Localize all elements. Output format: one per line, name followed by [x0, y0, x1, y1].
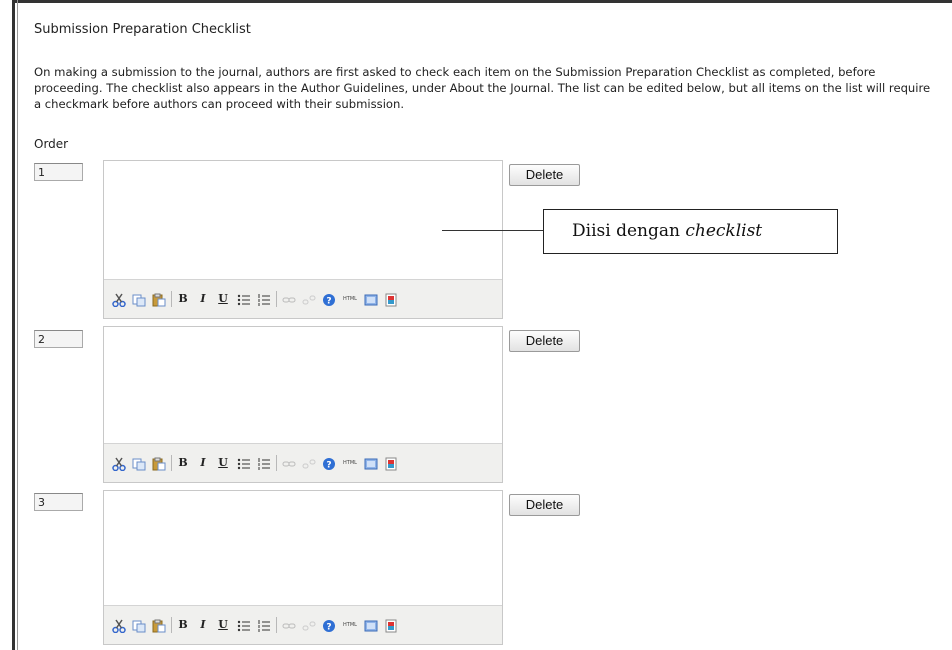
underline-icon[interactable]: U [216, 292, 230, 306]
delete-button-3[interactable]: Delete [509, 494, 580, 516]
bold-icon[interactable]: B [176, 456, 190, 470]
frame-left-border-inner [17, 0, 18, 650]
annotation-pointer-line [442, 230, 543, 231]
checklist-editor-3[interactable]: B I U ? HTML [103, 490, 503, 645]
editor-toolbar-1: B I U ? HTML [104, 279, 502, 318]
editor-toolbar-3: B I U ? HTML [104, 605, 502, 644]
delete-button-1[interactable]: Delete [509, 164, 580, 186]
copy-icon[interactable] [132, 456, 146, 471]
numbered-list-icon[interactable] [257, 292, 271, 306]
toolbar-separator [276, 455, 277, 471]
bullet-list-icon[interactable] [237, 292, 251, 306]
bullet-list-icon[interactable] [237, 456, 251, 470]
annotation-callout: Diisi dengan checklist [543, 209, 838, 254]
paste-icon[interactable] [152, 292, 166, 307]
image-icon[interactable] [384, 618, 398, 633]
paste-icon[interactable] [152, 456, 166, 471]
unlink-icon[interactable] [302, 456, 316, 470]
cut-icon[interactable] [112, 618, 126, 634]
order-input-3[interactable] [34, 493, 83, 511]
editor-toolbar-2: B I U ? HTML [104, 443, 502, 482]
help-icon[interactable]: ? [322, 456, 336, 471]
section-title: Submission Preparation Checklist [34, 22, 251, 37]
toolbar-separator [171, 455, 172, 471]
underline-icon[interactable]: U [216, 618, 230, 632]
paste-icon[interactable] [152, 618, 166, 633]
toolbar-separator [276, 291, 277, 307]
copy-icon[interactable] [132, 618, 146, 633]
help-icon[interactable]: ? [322, 292, 336, 307]
link-icon[interactable] [282, 292, 296, 306]
numbered-list-icon[interactable] [257, 456, 271, 470]
svg-text:?: ? [326, 297, 331, 307]
editor-text-area-1[interactable] [104, 161, 502, 279]
fullscreen-icon[interactable] [364, 618, 378, 632]
numbered-list-icon[interactable] [257, 618, 271, 632]
editor-text-area-3[interactable] [104, 491, 502, 609]
order-label: Order [34, 137, 69, 151]
cut-icon[interactable] [112, 456, 126, 472]
image-icon[interactable] [384, 292, 398, 307]
bullet-list-icon[interactable] [237, 618, 251, 632]
html-icon[interactable]: HTML [340, 292, 360, 306]
html-icon[interactable]: HTML [340, 456, 360, 470]
image-icon[interactable] [384, 456, 398, 471]
frame-top-border [12, 0, 952, 3]
italic-icon[interactable]: I [196, 456, 210, 470]
underline-icon[interactable]: U [216, 456, 230, 470]
toolbar-separator [171, 291, 172, 307]
unlink-icon[interactable] [302, 618, 316, 632]
bold-icon[interactable]: B [176, 618, 190, 632]
order-input-2[interactable] [34, 330, 83, 348]
checklist-editor-2[interactable]: B I U ? HTML [103, 326, 503, 483]
delete-button-2[interactable]: Delete [509, 330, 580, 352]
cut-icon[interactable] [112, 292, 126, 308]
help-icon[interactable]: ? [322, 618, 336, 633]
bold-icon[interactable]: B [176, 292, 190, 306]
italic-icon[interactable]: I [196, 292, 210, 306]
unlink-icon[interactable] [302, 292, 316, 306]
svg-text:?: ? [326, 623, 331, 633]
annotation-text: Diisi dengan [572, 221, 686, 241]
annotation-emphasis: checklist [685, 221, 763, 241]
fullscreen-icon[interactable] [364, 292, 378, 306]
link-icon[interactable] [282, 456, 296, 470]
frame-left-border [12, 0, 15, 650]
fullscreen-icon[interactable] [364, 456, 378, 470]
copy-icon[interactable] [132, 292, 146, 307]
html-icon[interactable]: HTML [340, 618, 360, 632]
checklist-editor-1[interactable]: B I U ? HTML [103, 160, 503, 319]
editor-text-area-2[interactable] [104, 327, 502, 445]
order-input-1[interactable] [34, 163, 83, 181]
italic-icon[interactable]: I [196, 618, 210, 632]
toolbar-separator [276, 617, 277, 633]
section-description: On making a submission to the journal, a… [34, 65, 931, 111]
svg-text:?: ? [326, 461, 331, 471]
link-icon[interactable] [282, 618, 296, 632]
toolbar-separator [171, 617, 172, 633]
